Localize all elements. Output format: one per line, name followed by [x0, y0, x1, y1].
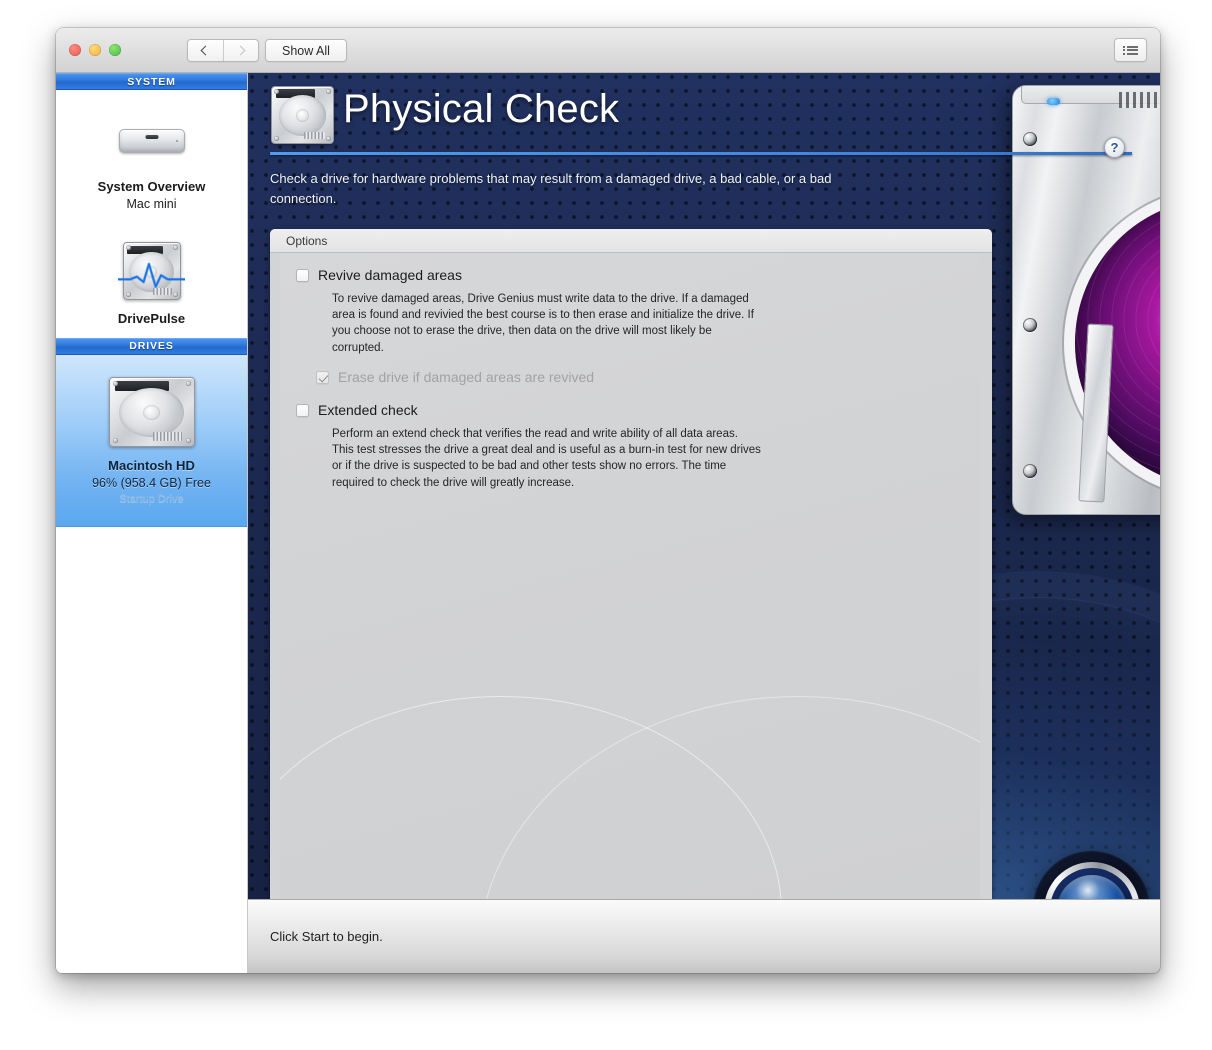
options-panel-header: Options — [270, 229, 992, 253]
sidebar-group-header-drives: DRIVES — [56, 337, 247, 355]
forward-button[interactable] — [224, 40, 259, 61]
window-body: SYSTEM System Overview Mac mini DrivePul… — [56, 73, 1160, 973]
chevron-right-icon — [235, 45, 246, 56]
revive-damaged-areas-checkbox[interactable] — [296, 269, 309, 282]
hard-drive-icon — [62, 375, 241, 449]
sidebar: SYSTEM System Overview Mac mini DrivePul… — [56, 73, 248, 973]
minimize-window-button[interactable] — [89, 44, 101, 56]
page-title-icon — [271, 86, 334, 146]
sidebar-item-title: System Overview — [97, 179, 206, 194]
title-divider — [270, 152, 1132, 155]
title-bar: Show All — [56, 28, 1160, 73]
sidebar-group-header-system: SYSTEM — [56, 73, 247, 90]
options-header-label: Options — [286, 233, 328, 248]
navigation-segmented-control[interactable] — [187, 39, 259, 62]
status-bar: Click Start to begin. — [248, 899, 1160, 973]
page-description: Check a drive for hardware problems that… — [270, 171, 832, 207]
sidebar-item-macintosh-hd[interactable]: Macintosh HD 96% (958.4 GB) Free Startup… — [56, 354, 247, 527]
show-all-button[interactable]: Show All — [265, 39, 347, 62]
option-label: Extended check — [318, 401, 418, 418]
option-label: Revive damaged areas — [318, 267, 462, 283]
help-icon: ? — [1110, 140, 1119, 155]
option-revive-damaged-areas[interactable]: Revive damaged areas — [296, 267, 964, 284]
options-panel-content: Revive damaged areas To revive damaged a… — [280, 253, 980, 918]
list-icon — [1123, 44, 1138, 56]
extended-check-checkbox[interactable] — [296, 403, 309, 417]
option-extended-check[interactable]: Extended check — [296, 402, 964, 419]
option-erase-drive[interactable]: Erase drive if damaged areas are revived — [316, 369, 964, 386]
sidebar-item-title: Macintosh HD — [108, 457, 195, 473]
content-area: Physical Check ? Check a drive for hardw… — [248, 73, 1160, 973]
close-window-button[interactable] — [69, 44, 81, 56]
sidebar-item-startup-badge: Startup Drive — [119, 493, 184, 506]
status-message: Click Start to begin. — [270, 929, 383, 944]
app-window: Show All SYSTEM System Overview Mac mini… — [56, 28, 1160, 973]
sidebar-item-system-overview[interactable]: System Overview Mac mini — [56, 90, 247, 222]
chevron-left-icon — [200, 45, 211, 56]
option-description: To revive damaged areas, Drive Genius mu… — [332, 292, 754, 354]
drive-pulse-icon — [62, 240, 241, 302]
page-header: Physical Check ? Check a drive for hardw… — [248, 73, 1160, 229]
options-panel: Options Revive damaged areas To revive d… — [270, 229, 992, 932]
sidebar-item-subtitle: Mac mini — [126, 196, 177, 211]
mac-mini-icon — [62, 112, 241, 170]
help-button[interactable]: ? — [1104, 137, 1125, 158]
maximize-window-button[interactable] — [109, 44, 121, 56]
page-title: Physical Check — [343, 87, 620, 131]
list-view-button[interactable] — [1114, 38, 1147, 62]
sidebar-item-drivepulse[interactable]: DrivePulse — [56, 222, 247, 338]
sidebar-item-subtitle: 96% (958.4 GB) Free — [92, 475, 211, 490]
option-description: Perform an extend check that verifies th… — [332, 427, 761, 489]
option-label: Erase drive if damaged areas are revived — [338, 369, 595, 386]
sidebar-item-title: DrivePulse — [117, 311, 186, 327]
show-all-label: Show All — [282, 43, 330, 58]
sidebar-group-label: SYSTEM — [127, 75, 176, 88]
back-button[interactable] — [188, 40, 224, 61]
sidebar-group-label: DRIVES — [129, 340, 174, 353]
erase-drive-checkbox[interactable] — [316, 371, 329, 385]
